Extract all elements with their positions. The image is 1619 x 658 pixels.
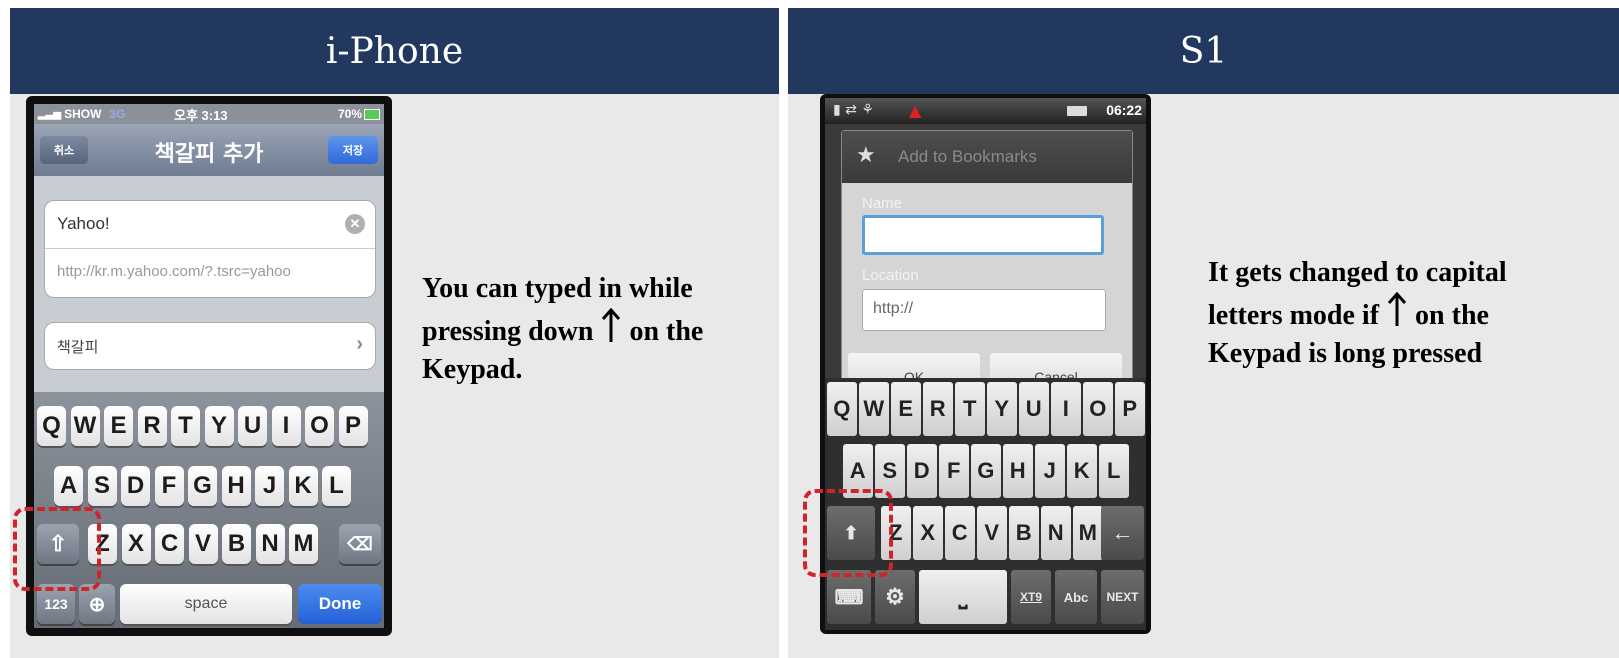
iphone-nav-bar: 취소 책갈피 추가 저장 (34, 124, 384, 176)
key-h[interactable]: H (1003, 444, 1033, 498)
key-j[interactable]: J (255, 466, 284, 506)
backspace-icon[interactable]: ⌫ (339, 524, 381, 564)
bookmark-folder-row[interactable]: 책갈피 › (44, 322, 376, 370)
key-m[interactable]: M (289, 524, 318, 564)
dialog-title-bar: ★ Add to Bookmarks (842, 131, 1132, 183)
key-v[interactable]: V (188, 524, 218, 564)
iphone-shift-highlight (13, 507, 101, 591)
bookmark-fields-group: Yahoo! ✕ http://kr.m.yahoo.com/?.tsrc=ya… (44, 200, 376, 298)
key-l[interactable]: L (322, 466, 351, 506)
key-o[interactable]: O (1083, 382, 1113, 436)
s1-status-bar: ▮ ⇄ ⚘ ▲ 06:22 (825, 98, 1146, 124)
add-bookmark-dialog: ★ Add to Bookmarks Name Location http://… (841, 130, 1133, 392)
key-y[interactable]: Y (204, 406, 234, 446)
key-b[interactable]: B (222, 524, 251, 564)
key-s[interactable]: S (87, 466, 117, 506)
xt9-key[interactable]: XT9 (1011, 570, 1051, 624)
key-d[interactable]: D (907, 444, 937, 498)
key-c[interactable]: C (155, 524, 184, 564)
keyboard-settings-icon[interactable]: ⌨ (827, 570, 871, 624)
key-j[interactable]: J (1035, 444, 1065, 498)
nav-title: 책갈피 추가 (154, 142, 264, 167)
location-input[interactable]: http:// (862, 289, 1106, 331)
battery-icon (1067, 106, 1087, 116)
key-p[interactable]: P (1115, 382, 1145, 436)
key-n[interactable]: N (1041, 506, 1071, 560)
key-g[interactable]: G (188, 466, 217, 506)
s1-description: It gets changed to capital letters mode … (1208, 257, 1507, 369)
bookmark-url-field[interactable]: http://kr.m.yahoo.com/?.tsrc=yahoo (57, 263, 367, 280)
abc-key[interactable]: Abc (1055, 570, 1097, 624)
signal-icon: ▂▃▅ (38, 108, 62, 120)
key-r[interactable]: R (923, 382, 953, 436)
iphone-header: i-Phone (10, 8, 779, 94)
key-x[interactable]: X (913, 506, 943, 560)
iphone-description: You can typed in while pressing down on … (422, 273, 704, 385)
key-r[interactable]: R (137, 406, 167, 446)
chevron-right-icon: › (356, 333, 363, 355)
key-k[interactable]: K (1067, 444, 1097, 498)
star-icon: ★ (856, 143, 876, 168)
key-f[interactable]: F (939, 444, 969, 498)
key-i[interactable]: I (1051, 382, 1081, 436)
save-button[interactable]: 저장 (328, 136, 378, 164)
shift-arrow-icon (600, 307, 622, 344)
done-button[interactable]: Done (298, 584, 382, 624)
key-m[interactable]: M (1073, 506, 1103, 560)
bookmark-name-field[interactable]: Yahoo! ✕ (45, 201, 375, 249)
key-c[interactable]: C (945, 506, 975, 560)
key-d[interactable]: D (121, 466, 150, 506)
key-u[interactable]: U (238, 406, 267, 446)
key-w[interactable]: W (70, 406, 100, 446)
key-f[interactable]: F (154, 466, 184, 506)
key-w[interactable]: W (859, 382, 889, 436)
key-q[interactable]: Q (37, 406, 66, 446)
key-t[interactable]: T (955, 382, 985, 436)
key-k[interactable]: K (288, 466, 318, 506)
s1-title: S1 (1179, 30, 1228, 72)
key-n[interactable]: N (255, 524, 285, 564)
alert-icon: ▲ (909, 101, 922, 120)
key-y[interactable]: Y (987, 382, 1017, 436)
key-g[interactable]: G (971, 444, 1001, 498)
key-t[interactable]: T (171, 406, 200, 446)
name-input[interactable] (862, 215, 1104, 255)
key-q[interactable]: Q (827, 382, 857, 436)
key-a[interactable]: A (54, 466, 83, 506)
key-b[interactable]: B (1009, 506, 1039, 560)
key-e[interactable]: E (104, 406, 133, 446)
notification-icons: ▮ ⇄ ⚘ (833, 102, 874, 118)
iphone-status-bar: ▂▃▅ SHOW 3G 오후 3:13 70% (34, 104, 384, 124)
shift-arrow-icon (1386, 291, 1408, 328)
iphone-title: i-Phone (325, 30, 464, 72)
gear-icon[interactable]: ⚙ (875, 570, 915, 624)
cancel-button[interactable]: 취소 (40, 136, 88, 164)
s1-shift-highlight (803, 489, 893, 577)
space-key[interactable]: space (120, 584, 292, 624)
backspace-icon[interactable]: ← (1101, 506, 1144, 560)
clear-icon[interactable]: ✕ (345, 214, 365, 234)
key-o[interactable]: O (305, 406, 334, 446)
battery-icon (364, 109, 380, 120)
key-h[interactable]: H (221, 466, 251, 506)
next-key[interactable]: NEXT (1101, 570, 1144, 624)
space-key[interactable]: ⎵ (919, 570, 1007, 624)
key-l[interactable]: L (1099, 444, 1129, 498)
key-v[interactable]: V (977, 506, 1007, 560)
key-i[interactable]: I (271, 406, 301, 446)
key-u[interactable]: U (1019, 382, 1049, 436)
key-p[interactable]: P (338, 406, 368, 446)
key-x[interactable]: X (121, 524, 151, 564)
key-e[interactable]: E (891, 382, 921, 436)
s1-header: S1 (788, 8, 1619, 94)
